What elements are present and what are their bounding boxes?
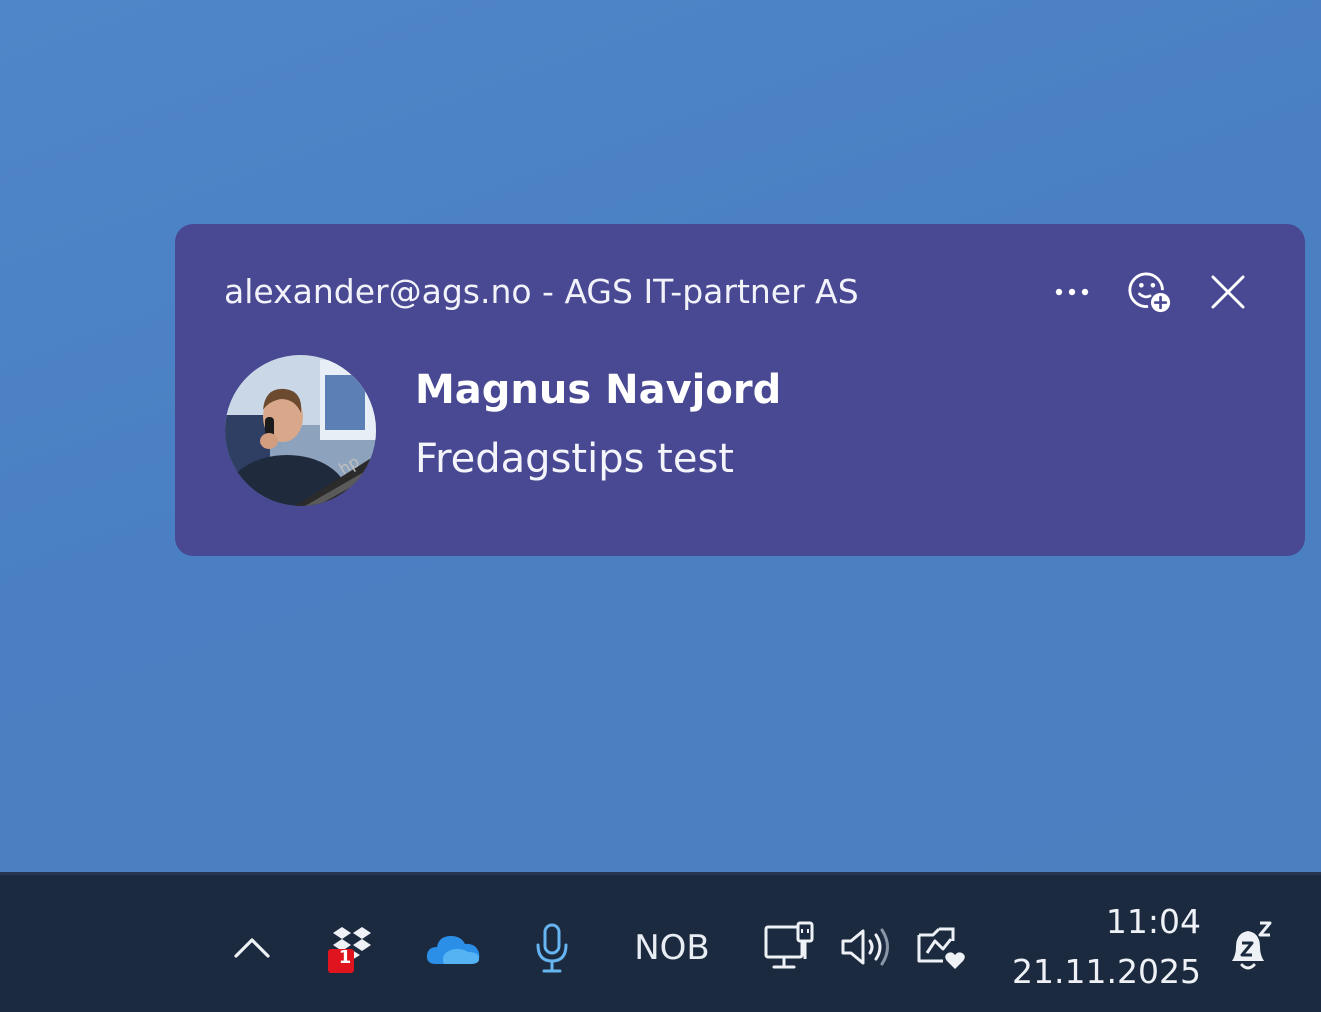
notification-account-label: alexander@ags.no - AGS IT-partner AS	[224, 272, 859, 311]
sender-name: Magnus Navjord	[415, 367, 782, 413]
add-reaction-icon[interactable]	[1127, 269, 1173, 315]
microphone-icon[interactable]	[528, 919, 576, 977]
taskbar: 1 NOB 11:04 21.11.2025	[0, 872, 1321, 1012]
speaker-icon[interactable]	[838, 921, 892, 973]
message-preview: Fredagstips test	[415, 436, 734, 482]
sender-avatar: hp	[225, 355, 376, 506]
network-icon[interactable]	[762, 919, 820, 975]
dropbox-badge: 1	[338, 947, 352, 968]
notification-bell-snooze-icon[interactable]	[1222, 919, 1278, 977]
clock-time: 11:04	[1105, 902, 1201, 941]
clock[interactable]: 11:04 21.11.2025	[1012, 897, 1201, 997]
dropbox-icon[interactable]: 1	[322, 923, 382, 975]
notification-actions	[1049, 264, 1251, 320]
onedrive-icon[interactable]	[422, 925, 484, 971]
clock-date: 21.11.2025	[1012, 952, 1201, 991]
notification-toast[interactable]: alexander@ags.no - AGS IT-partner AS hp …	[175, 224, 1305, 556]
battery-saver-icon[interactable]	[912, 921, 974, 975]
input-language-indicator[interactable]: NOB	[625, 925, 719, 971]
chevron-up-icon[interactable]	[226, 925, 278, 971]
more-options-icon[interactable]	[1049, 269, 1095, 315]
close-icon[interactable]	[1205, 269, 1251, 315]
